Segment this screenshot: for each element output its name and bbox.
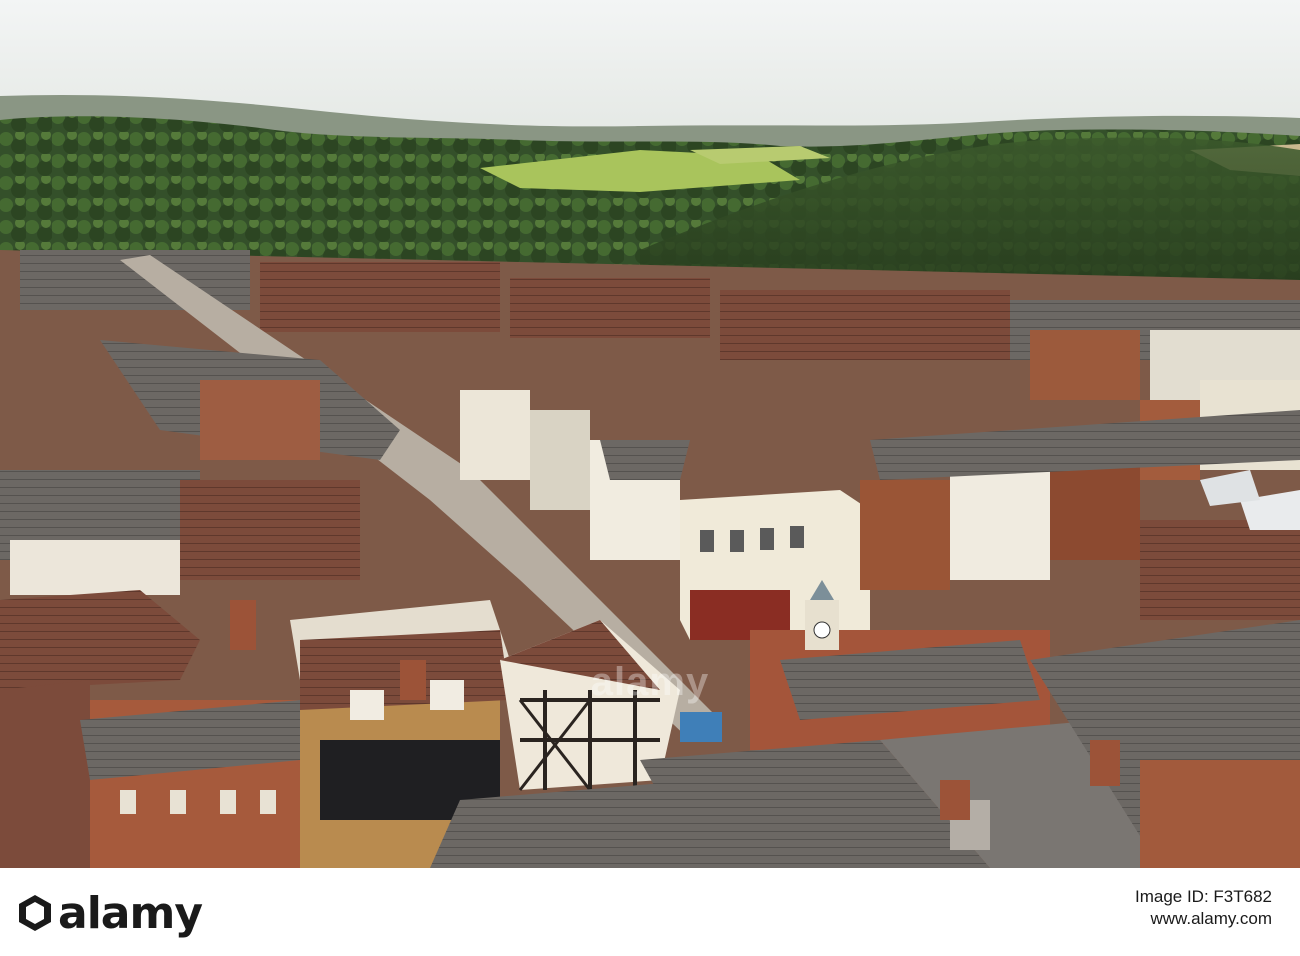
logo-text: alamy bbox=[58, 888, 203, 939]
stock-logo: alamy bbox=[18, 888, 203, 939]
logo-hexagon-icon bbox=[19, 895, 51, 931]
site-url[interactable]: www.alamy.com bbox=[1135, 908, 1272, 930]
photo-illustration bbox=[0, 0, 1300, 868]
town-aerial-photo bbox=[0, 0, 1300, 868]
stock-meta: Image ID: F3T682 www.alamy.com bbox=[1135, 886, 1272, 930]
image-id-line: Image ID: F3T682 bbox=[1134, 887, 1272, 906]
stock-footer: alamy Image ID: F3T682 www.alamy.com bbox=[0, 868, 1300, 956]
blue-stall bbox=[680, 712, 722, 742]
corner-building bbox=[680, 490, 870, 640]
